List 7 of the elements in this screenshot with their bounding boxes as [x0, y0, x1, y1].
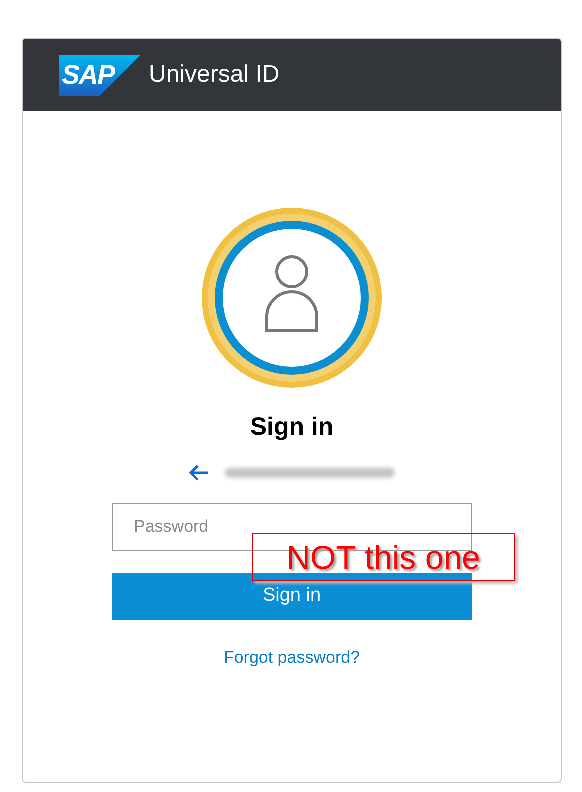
header-title: Universal ID — [149, 60, 280, 90]
avatar-icon — [199, 205, 385, 391]
back-arrow-icon[interactable] — [189, 464, 209, 480]
sap-logo: SAP — [59, 54, 141, 96]
forgot-password-link[interactable]: Forgot password? — [224, 644, 360, 670]
sign-in-button[interactable]: Sign in — [112, 572, 472, 620]
sign-in-heading: Sign in — [250, 412, 334, 443]
